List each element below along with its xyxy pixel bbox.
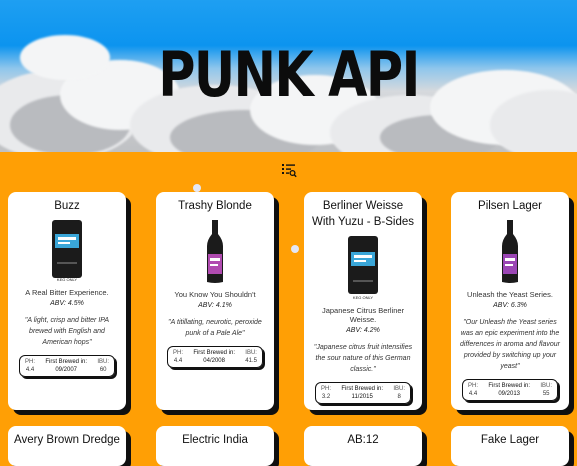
ibu-value: 8: [397, 394, 401, 400]
beer-name: Trashy Blonde: [178, 200, 252, 212]
beer-stats: PH: 3.2 First Brewed in: 11/2015 IBU: 8: [315, 382, 411, 404]
beer-name: Avery Brown Dredge: [14, 434, 120, 446]
beer-name: Electric India: [182, 434, 248, 446]
ph-value: 3.2: [321, 394, 331, 400]
beer-name: Berliner Weisse With Yuzu - B-Sides: [311, 200, 415, 228]
first-brewed-label: First Brewed in:: [341, 386, 384, 392]
ph-label: PH:: [321, 386, 332, 392]
beer-tagline: You Know You Shouldn't: [174, 290, 256, 299]
ibu-label: IBU:: [97, 359, 109, 365]
decorative-dot: [291, 245, 299, 253]
first-brewed-label: First Brewed in:: [45, 359, 88, 365]
ph-value: 4.4: [468, 391, 478, 397]
beer-abv: ABV: 4.5%: [50, 300, 84, 307]
beer-stats: PH: 4.4 First Brewed in: 09/2013 IBU: 55: [462, 379, 558, 401]
beer-card[interactable]: Berliner Weisse With Yuzu - B-Sides KEG …: [304, 192, 422, 410]
first-brewed-label: First Brewed in:: [488, 383, 531, 389]
list-search-icon[interactable]: [281, 162, 297, 178]
bottle-icon: [502, 220, 518, 283]
bottle-icon: [207, 220, 223, 283]
beer-card[interactable]: AB:12: [304, 426, 422, 466]
first-brewed-value: 09/2013: [498, 391, 521, 397]
decorative-dot: [193, 184, 201, 192]
beer-name: Fake Lager: [480, 434, 540, 446]
page-title: PUNK API: [158, 38, 420, 111]
beer-name: Pilsen Lager: [478, 200, 542, 212]
beer-card[interactable]: Fake Lager: [451, 426, 569, 466]
beer-abv: ABV: 6.3%: [493, 302, 527, 309]
beer-description: "Our Unleash the Yeast series was an epi…: [460, 319, 560, 370]
beer-description: "A light, crisp and bitter IPA brewed wi…: [24, 317, 110, 346]
beer-tagline: Unleash the Yeast Series.: [467, 290, 553, 299]
beer-card[interactable]: Trashy Blonde You Know You Shouldn't ABV…: [156, 192, 274, 410]
ibu-label: IBU:: [393, 386, 405, 392]
beer-stats: PH: 4.4 First Brewed in: 04/2008 IBU: 41.5: [167, 346, 263, 368]
beer-abv: ABV: 4.1%: [198, 302, 232, 309]
beer-name: AB:12: [347, 434, 379, 446]
ibu-value: 41.5: [245, 358, 257, 364]
beer-stats: PH: 4.4 First Brewed in: 09/2007 IBU: 60: [19, 355, 115, 377]
first-brewed-value: 11/2015: [351, 394, 373, 400]
beer-tagline: Japanese Citrus Berliner Weisse.: [321, 306, 405, 324]
beer-abv: ABV: 4.2%: [346, 327, 380, 334]
first-brewed-value: 09/2007: [55, 367, 78, 373]
beer-card[interactable]: Electric India: [156, 426, 274, 466]
hero-banner: PUNK API: [0, 0, 577, 152]
ibu-value: 60: [99, 367, 107, 373]
can-label: KEG ONLY: [353, 295, 373, 300]
beer-name: Buzz: [54, 200, 80, 212]
can-icon: KEG ONLY: [348, 236, 378, 300]
beer-card[interactable]: Pilsen Lager Unleash the Yeast Series. A…: [451, 192, 569, 410]
beer-card[interactable]: Avery Brown Dredge: [8, 426, 126, 466]
ph-label: PH:: [173, 350, 184, 356]
beer-description: "Japanese citrus fruit intensifies the s…: [313, 344, 413, 373]
ph-value: 4.4: [173, 358, 183, 364]
first-brewed-value: 04/2008: [203, 358, 225, 364]
first-brewed-label: First Brewed in:: [193, 350, 235, 356]
beer-description: "A titillating, neurotic, peroxide punk …: [168, 319, 262, 337]
ph-label: PH:: [468, 383, 479, 389]
ibu-label: IBU:: [540, 383, 552, 389]
can-icon: KEG ONLY: [52, 220, 82, 282]
ph-label: PH:: [25, 359, 36, 365]
beer-card[interactable]: Buzz KEG ONLY A Real Bitter Experience. …: [8, 192, 126, 410]
ibu-label: IBU:: [245, 350, 257, 356]
can-label: KEG ONLY: [57, 277, 77, 282]
ibu-value: 55: [542, 391, 550, 397]
beer-tagline: A Real Bitter Experience.: [25, 288, 109, 297]
ph-value: 4.4: [25, 367, 35, 373]
